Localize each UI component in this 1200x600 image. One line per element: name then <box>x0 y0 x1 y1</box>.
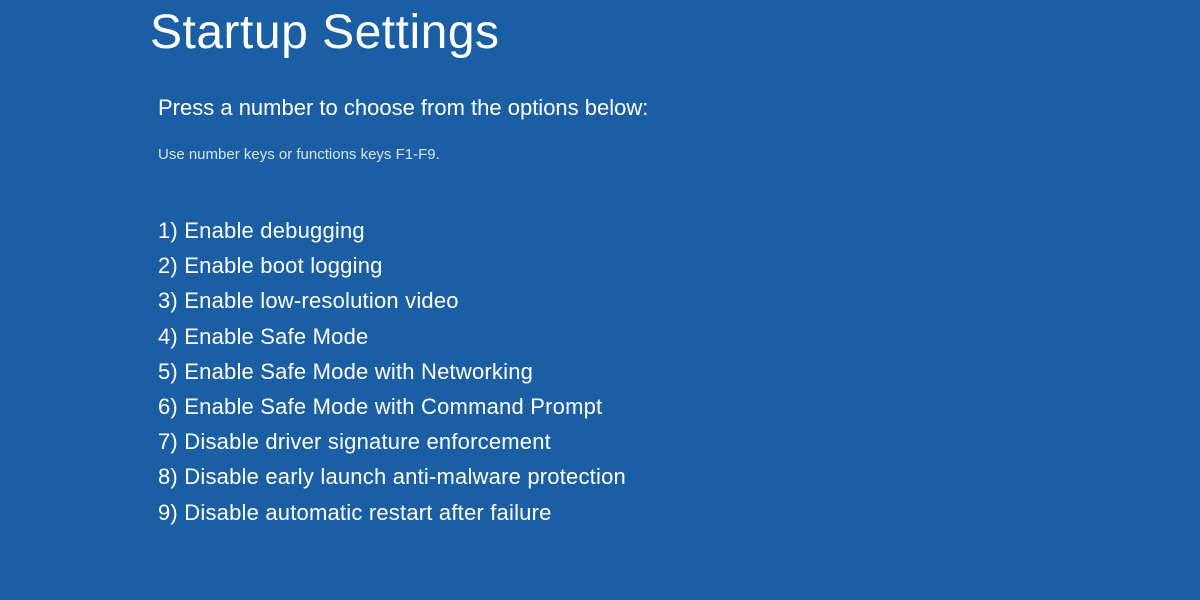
page-title: Startup Settings <box>150 5 1200 60</box>
option-item-9[interactable]: 9) Disable automatic restart after failu… <box>158 495 1200 530</box>
option-item-6[interactable]: 6) Enable Safe Mode with Command Prompt <box>158 389 1200 424</box>
option-item-8[interactable]: 8) Disable early launch anti-malware pro… <box>158 459 1200 494</box>
hint-text: Use number keys or functions keys F1-F9. <box>150 146 1200 163</box>
option-item-2[interactable]: 2) Enable boot logging <box>158 248 1200 283</box>
options-list: 1) Enable debugging 2) Enable boot loggi… <box>150 213 1200 530</box>
option-item-7[interactable]: 7) Disable driver signature enforcement <box>158 424 1200 459</box>
option-item-5[interactable]: 5) Enable Safe Mode with Networking <box>158 354 1200 389</box>
option-item-4[interactable]: 4) Enable Safe Mode <box>158 319 1200 354</box>
instruction-text: Press a number to choose from the option… <box>150 95 1200 121</box>
option-item-1[interactable]: 1) Enable debugging <box>158 213 1200 248</box>
option-item-3[interactable]: 3) Enable low-resolution video <box>158 283 1200 318</box>
